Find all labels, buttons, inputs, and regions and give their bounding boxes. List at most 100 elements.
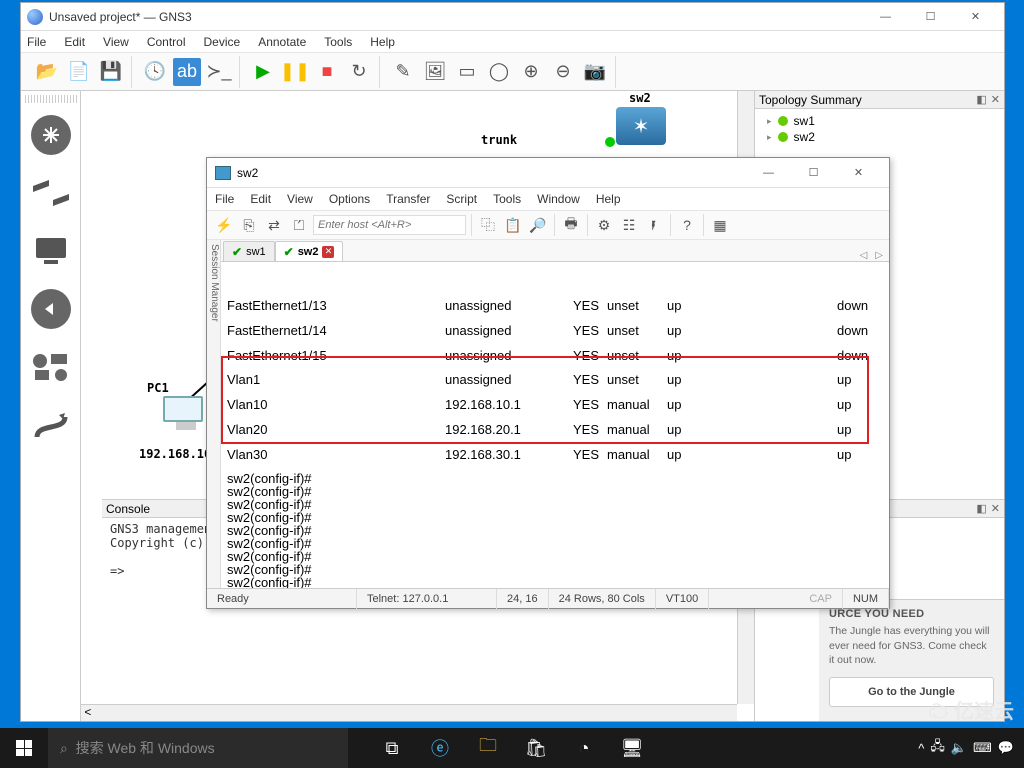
menu-edit[interactable]: Edit <box>64 35 85 49</box>
log-icon[interactable]: 🖡 <box>643 214 665 236</box>
pause-all-icon[interactable]: ❚❚ <box>281 58 309 86</box>
term-menu-view[interactable]: View <box>287 192 313 206</box>
help-icon[interactable]: ? <box>676 214 698 236</box>
minimize-button[interactable]: — <box>746 159 791 187</box>
gns3-menubar: File Edit View Control Device Annotate T… <box>21 31 1004 53</box>
connect-icon[interactable]: ⎘ <box>238 214 260 236</box>
tray-network-icon[interactable]: 🖧 <box>930 737 945 759</box>
start-all-icon[interactable]: ▶ <box>249 58 277 86</box>
term-menu-options[interactable]: Options <box>329 192 370 206</box>
menu-help[interactable]: Help <box>370 35 395 49</box>
interface-row: Vlan10192.168.10.1YESmanualupup <box>227 397 883 414</box>
enddevice-category-icon[interactable] <box>25 223 77 279</box>
prompt-line: sw2(config-if)# <box>227 524 883 537</box>
gns3-titlebar[interactable]: Unsaved project* — GNS3 — ☐ ✕ <box>21 3 1004 31</box>
disconnect-icon[interactable]: ⏍ <box>288 214 310 236</box>
console-all-icon[interactable]: ≻_ <box>205 58 233 86</box>
snapshot-icon[interactable]: 🕓 <box>141 58 169 86</box>
options-icon[interactable]: ⚙ <box>593 214 615 236</box>
minimize-button[interactable]: — <box>863 3 908 31</box>
gns3-title: Unsaved project* — GNS3 <box>49 10 863 24</box>
menu-file[interactable]: File <box>27 35 46 49</box>
pc1-device-icon[interactable] <box>163 396 208 436</box>
menu-tools[interactable]: Tools <box>324 35 352 49</box>
alldevices-category-icon[interactable] <box>25 339 77 395</box>
close-button[interactable]: ✕ <box>836 159 881 187</box>
taskbar-search[interactable]: ⌕ 搜索 Web 和 Windows <box>48 728 348 768</box>
terminal-titlebar[interactable]: sw2 — ☐ ✕ <box>207 158 889 188</box>
reconnect-icon[interactable]: ⇄ <box>263 214 285 236</box>
store-icon[interactable]: 🛍 <box>512 728 560 768</box>
menu-control[interactable]: Control <box>147 35 186 49</box>
host-input[interactable] <box>313 215 466 235</box>
terminal-title: sw2 <box>237 166 746 180</box>
security-category-icon[interactable] <box>25 281 77 337</box>
tab-close-icon[interactable]: ✕ <box>322 246 334 258</box>
term-menu-window[interactable]: Window <box>537 192 580 206</box>
annotate-ellipse-icon[interactable]: ◯ <box>485 58 513 86</box>
explorer-icon[interactable]: 🗀 <box>464 728 512 768</box>
topology-item-sw1[interactable]: ▸sw1 <box>759 113 1000 129</box>
open-project-icon[interactable]: 📂 <box>33 58 61 86</box>
topology-item-sw2[interactable]: ▸sw2 <box>759 129 1000 145</box>
router-category-icon[interactable] <box>25 107 77 163</box>
annotate-image-icon[interactable]: 🖼 <box>421 58 449 86</box>
print-icon[interactable]: 🖶 <box>560 214 582 236</box>
taskview-icon[interactable]: ⧉ <box>368 728 416 768</box>
status-num: NUM <box>843 589 889 609</box>
tray-up-icon[interactable]: ^ <box>918 741 924 756</box>
close-button[interactable]: ✕ <box>953 3 998 31</box>
stop-all-icon[interactable]: ■ <box>313 58 341 86</box>
terminal-output[interactable]: FastEthernet1/13unassignedYESunsetupdown… <box>221 262 889 588</box>
pane-close-icon[interactable]: ✕ <box>991 502 1000 515</box>
tray-input-icon[interactable]: ⌨ <box>973 740 992 756</box>
tray-notif-icon[interactable]: 💬 <box>998 740 1014 756</box>
app1-icon[interactable]: ◔ <box>560 728 608 768</box>
term-menu-edit[interactable]: Edit <box>250 192 271 206</box>
new-project-icon[interactable]: 📄 <box>65 58 93 86</box>
app2-icon[interactable]: 🖥 <box>608 728 656 768</box>
tab-next-icon[interactable]: ▷ <box>875 250 883 261</box>
h-scrollbar[interactable]: < <box>81 704 737 721</box>
menu-view[interactable]: View <box>103 35 129 49</box>
tab-sw1[interactable]: ✔sw1 <box>223 241 275 261</box>
system-tray[interactable]: ^ 🖧 🔈 ⌨ 💬 <box>918 728 1024 768</box>
tab-sw2[interactable]: ✔sw2✕ <box>275 241 344 261</box>
save-project-icon[interactable]: 💾 <box>97 58 125 86</box>
session-manager-sidebar[interactable]: Session Manager <box>207 240 221 588</box>
tray-sound-icon[interactable]: 🔈 <box>951 740 967 756</box>
sw2-device-icon[interactable]: ✶ <box>616 107 666 145</box>
show-labels-icon[interactable]: ab <box>173 58 201 86</box>
reload-all-icon[interactable]: ↻ <box>345 58 373 86</box>
term-menu-file[interactable]: File <box>215 192 234 206</box>
term-menu-help[interactable]: Help <box>596 192 621 206</box>
zoom-in-icon[interactable]: ⊕ <box>517 58 545 86</box>
switch-category-icon[interactable] <box>25 165 77 221</box>
find-icon[interactable]: 🔎 <box>527 214 549 236</box>
term-menu-tools[interactable]: Tools <box>493 192 521 206</box>
zoom-out-icon[interactable]: ⊖ <box>549 58 577 86</box>
maximize-button[interactable]: ☐ <box>791 159 836 187</box>
pane-close-icon[interactable]: ✕ <box>991 93 1000 106</box>
menu-device[interactable]: Device <box>204 35 241 49</box>
menu-annotate[interactable]: Annotate <box>258 35 306 49</box>
tab-prev-icon[interactable]: ◁ <box>860 250 868 261</box>
annotate-rect-icon[interactable]: ▭ <box>453 58 481 86</box>
edge-icon[interactable]: ⓔ <box>416 728 464 768</box>
prompt-line: sw2(config-if)# <box>227 537 883 550</box>
pane-float-icon[interactable]: ◧ <box>976 93 986 106</box>
copy-icon[interactable]: ⿻ <box>477 214 499 236</box>
screenshot-icon[interactable]: 📷 <box>581 58 609 86</box>
sessionopt-icon[interactable]: ☷ <box>618 214 640 236</box>
maximize-button[interactable]: ☐ <box>908 3 953 31</box>
term-menu-transfer[interactable]: Transfer <box>386 192 430 206</box>
quickconnect-icon[interactable]: ⚡ <box>213 214 235 236</box>
addlink-icon[interactable] <box>25 397 77 453</box>
term-menu-script[interactable]: Script <box>446 192 477 206</box>
start-button[interactable] <box>0 728 48 768</box>
toolbar-extra-icon[interactable]: ▦ <box>709 214 731 236</box>
palette-handle[interactable] <box>25 95 77 103</box>
annotate-note-icon[interactable]: ✎ <box>389 58 417 86</box>
paste-icon[interactable]: 📋 <box>502 214 524 236</box>
pane-float-icon[interactable]: ◧ <box>976 502 986 515</box>
